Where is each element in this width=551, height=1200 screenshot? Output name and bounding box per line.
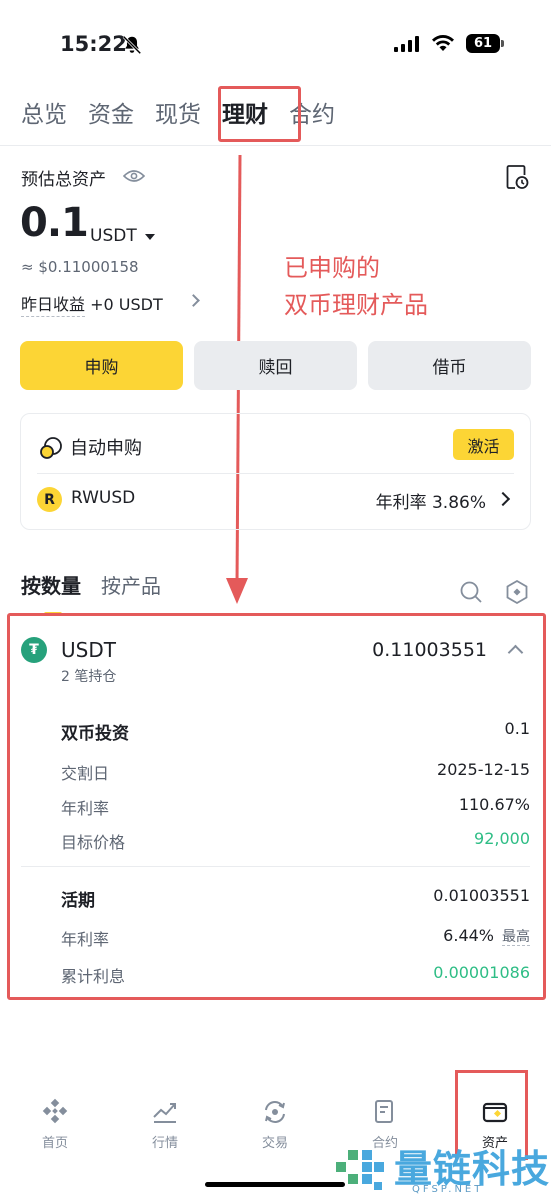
chevron-up-icon[interactable] <box>507 644 524 661</box>
accrued-interest-value: 0.00001086 <box>433 963 530 982</box>
nav-trade-label: 交易 <box>261 1136 288 1151</box>
settlement-date-value: 2025-12-15 <box>437 760 530 779</box>
home-icon <box>42 1098 68 1124</box>
borrow-button[interactable]: 借币 <box>368 341 531 390</box>
asset-approx-usd: ≈ $0.11000158 <box>21 258 139 276</box>
chevron-right-icon[interactable] <box>187 294 200 307</box>
redeem-button[interactable]: 赎回 <box>194 341 357 390</box>
nav-home-label: 首页 <box>41 1136 68 1151</box>
nav-markets[interactable]: 行情 <box>110 1090 220 1151</box>
rwusd-name[interactable]: RWUSD <box>71 488 135 508</box>
dual-investment-title: 双币投资 <box>61 724 129 744</box>
watermark-subtext: QFSP.NET <box>412 1184 484 1195</box>
yesterday-earnings[interactable]: 昨日收益 +0 USDT <box>21 291 163 317</box>
holding-total: 0.11003551 <box>372 639 487 661</box>
futures-icon <box>375 1100 393 1123</box>
tab-by-product[interactable]: 按产品 <box>101 570 161 599</box>
divider <box>21 866 530 867</box>
auto-subscribe-card: 自动申购 激活 R RWUSD 年利率 3.86% <box>20 413 531 530</box>
caret-down-icon[interactable] <box>145 234 155 240</box>
status-time: 15:22 <box>60 32 127 56</box>
annotation-line-2: 双币理财产品 <box>284 291 428 319</box>
holding-positions: 2 笔持仓 <box>61 669 117 685</box>
signal-icon <box>394 36 419 52</box>
flexible-apr-label: 年利率 <box>61 930 110 949</box>
nav-trade[interactable]: 交易 <box>220 1090 330 1151</box>
accrued-interest-row: 累计利息 0.00001086 <box>61 963 530 987</box>
rwusd-rate: 年利率 3.86% <box>375 493 486 513</box>
accrued-interest-label: 累计利息 <box>61 967 126 986</box>
nav-home[interactable]: 首页 <box>0 1090 110 1151</box>
usdt-logo: ₮ <box>21 637 47 663</box>
flexible-title: 活期 <box>61 891 95 911</box>
eye-icon[interactable] <box>123 168 145 184</box>
divider <box>37 473 514 474</box>
divider <box>0 145 551 146</box>
target-price-label: 目标价格 <box>61 833 126 852</box>
dual-apr-value: 110.67% <box>458 795 530 814</box>
watermark: 量链科技 QFSP.NET <box>334 1138 551 1200</box>
estimated-assets-label: 预估总资产 <box>21 170 106 190</box>
tab-overview[interactable]: 总览 <box>21 98 67 132</box>
settlement-date-row: 交割日 2025-12-15 <box>61 760 530 784</box>
history-icon[interactable] <box>505 164 529 190</box>
asset-unit-selector[interactable]: USDT <box>90 226 137 246</box>
nav-markets-label: 行情 <box>151 1136 178 1151</box>
home-indicator[interactable] <box>205 1182 345 1187</box>
tab-futures[interactable]: 合约 <box>289 98 335 132</box>
target-price-row: 目标价格 92,000 <box>61 829 530 853</box>
tab-by-quantity[interactable]: 按数量 <box>21 570 81 599</box>
dual-investment-amount: 0.1 <box>504 719 530 738</box>
target-price-value: 92,000 <box>474 829 530 848</box>
flexible-apr-value: 6.44% <box>443 926 494 945</box>
tab-indicator <box>44 612 62 616</box>
dual-investment-row[interactable]: 双币投资 0.1 <box>61 719 530 744</box>
settings-hex-icon[interactable] <box>505 579 529 605</box>
flexible-amount: 0.01003551 <box>433 886 530 905</box>
trade-icon <box>265 1101 285 1123</box>
auto-subscribe-title: 自动申购 <box>70 438 142 459</box>
dual-apr-label: 年利率 <box>61 799 110 818</box>
flexible-apr-value-wrap: 6.44% 最高 <box>443 926 530 950</box>
wifi-icon <box>432 35 454 51</box>
chevron-right-icon[interactable] <box>495 491 511 507</box>
auto-subscribe-icon <box>40 437 62 459</box>
flexible-apr-max[interactable]: 最高 <box>502 929 530 946</box>
holding-asset-name: USDT <box>61 638 116 662</box>
battery-icon: 61 <box>466 34 504 53</box>
flexible-apr-row: 年利率 6.44% 最高 <box>61 926 530 950</box>
tab-earn[interactable]: 理财 <box>222 98 268 132</box>
top-tabs: 总览 资金 现货 理财 合约 <box>21 98 356 132</box>
total-asset-value: 0.1 <box>20 200 89 246</box>
bell-off-icon <box>122 35 142 55</box>
subscribe-button[interactable]: 申购 <box>20 341 183 390</box>
settlement-date-label: 交割日 <box>61 764 110 783</box>
status-bar: 15:22 61 <box>0 0 551 80</box>
holdings-tabs: 按数量 按产品 <box>21 570 181 599</box>
yesterday-earnings-label: 昨日收益 <box>21 295 86 317</box>
watermark-logo-icon <box>336 1150 384 1190</box>
activate-button[interactable]: 激活 <box>453 429 514 460</box>
chart-icon <box>153 1103 176 1123</box>
annotation-line-1: 已申购的 <box>284 254 380 282</box>
search-icon[interactable] <box>459 580 483 604</box>
flexible-row[interactable]: 活期 0.01003551 <box>61 886 530 911</box>
tab-spot[interactable]: 现货 <box>155 98 201 132</box>
tab-funding[interactable]: 资金 <box>88 98 134 132</box>
dual-apr-row: 年利率 110.67% <box>61 795 530 819</box>
rwusd-logo: R <box>37 487 62 512</box>
yesterday-earnings-value: +0 USDT <box>90 295 163 314</box>
wallet-icon <box>482 1102 508 1123</box>
